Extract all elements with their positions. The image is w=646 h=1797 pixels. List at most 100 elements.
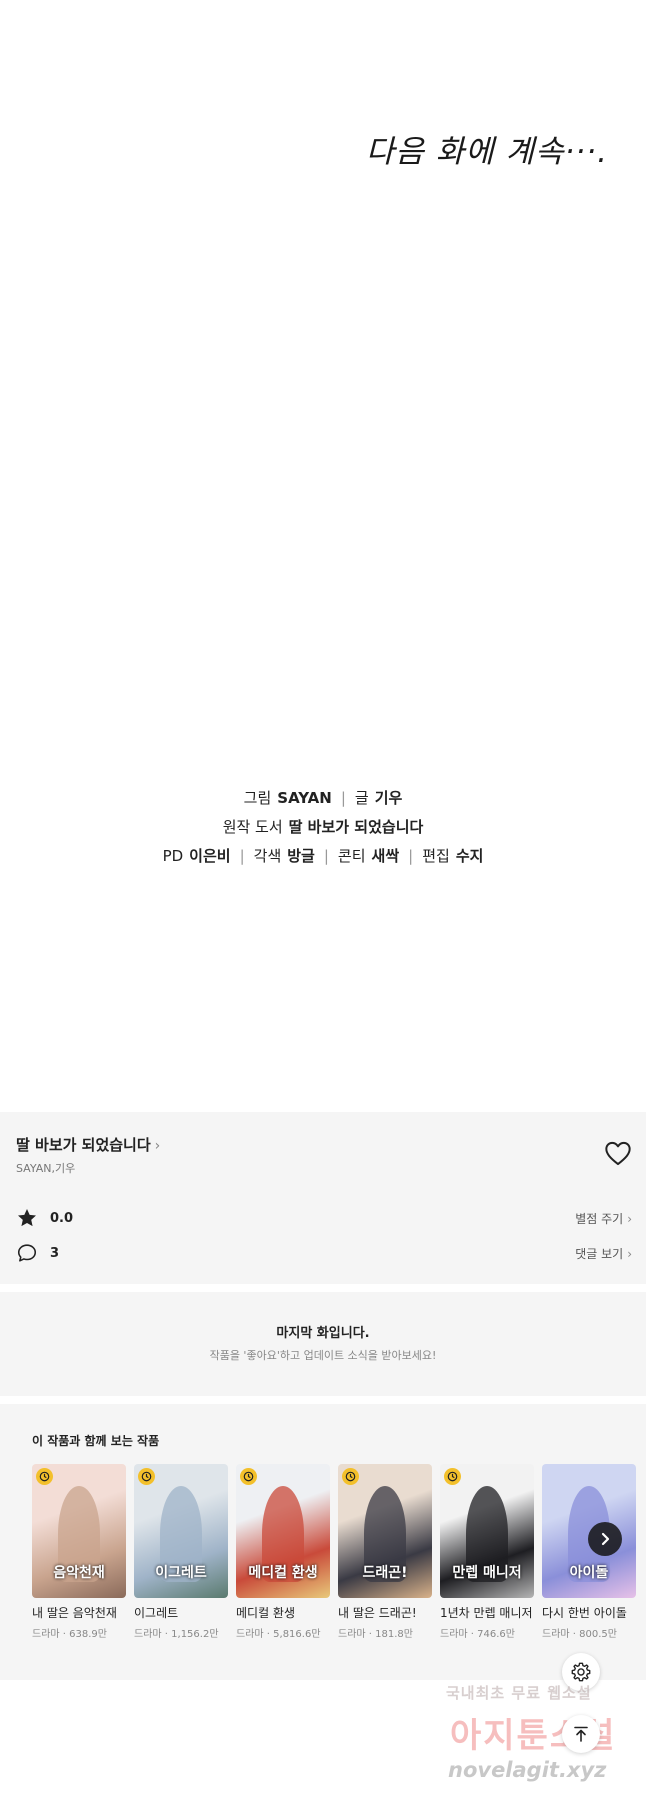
- divider: |: [323, 847, 329, 865]
- cover-logo: 만렙 매니저: [452, 1565, 522, 1581]
- clock-badge-icon: [138, 1468, 155, 1485]
- comment-count: 3: [50, 1245, 60, 1261]
- watermark-line-3: novelagit.xyz: [448, 1758, 607, 1782]
- card-title: 이그레트: [134, 1606, 179, 1620]
- recommendation-card[interactable]: 음악천재 내 딸은 음악천재 드라마 · 638.9만: [32, 1464, 126, 1640]
- recommendation-card[interactable]: 만렙 매니저 1년차 만렙 매니저 드라마 · 746.6만: [440, 1464, 534, 1640]
- recommendations-list: 음악천재 내 딸은 음악천재 드라마 · 638.9만 이그레트 이그레트 드라…: [32, 1464, 636, 1640]
- card-title: 메디컬 환생: [236, 1606, 296, 1620]
- original-value: 딸 바보가 되었습니다: [288, 818, 424, 836]
- card-meta: 드라마 · 1,156.2만: [134, 1629, 219, 1640]
- carousel-next-button[interactable]: [588, 1522, 622, 1556]
- editor-value: 수지: [455, 847, 484, 865]
- last-episode-title: 마지막 화입니다.: [276, 1326, 370, 1341]
- credits: 그림 SAYAN | 글 기우 원작 도서 딸 바보가 되었습니다 PD 이은비 | 각색 방글 |…: [0, 784, 646, 871]
- clock-badge-icon: [444, 1468, 461, 1485]
- heart-outline-icon: [605, 1141, 631, 1166]
- rating-row: 0.0 별점 주기 ›: [16, 1206, 632, 1230]
- card-genre: 드라마: [542, 1629, 570, 1640]
- pd-value: 이은비: [189, 847, 231, 865]
- cover-logo: 메디컬 환생: [248, 1565, 318, 1581]
- chevron-right-icon: ›: [627, 1211, 632, 1226]
- story-label: 글: [354, 789, 369, 807]
- comment-bubble-icon: [17, 1244, 37, 1262]
- cover-thumbnail: 이그레트: [134, 1464, 228, 1598]
- credits-row-2: 원작 도서 딸 바보가 되었습니다: [0, 813, 646, 842]
- recommendation-card[interactable]: 이그레트 이그레트 드라마 · 1,156.2만: [134, 1464, 228, 1640]
- card-title: 다시 한번 아이돌: [542, 1606, 627, 1620]
- comments-label: 댓글 보기: [575, 1246, 624, 1261]
- series-authors: SAYAN,기우: [16, 1162, 76, 1175]
- card-meta: 드라마 · 5,816.6만: [236, 1629, 321, 1640]
- rate-button[interactable]: 별점 주기 ›: [575, 1210, 632, 1227]
- card-genre: 드라마: [32, 1629, 60, 1640]
- arrow-up-icon: [574, 1726, 588, 1742]
- continue-text: 다음 화에 계속···.: [365, 134, 608, 170]
- series-title: 딸 바보가 되었습니다: [16, 1136, 151, 1154]
- cover-logo: 음악천재: [53, 1565, 105, 1581]
- card-meta: 드라마 · 181.8만: [338, 1629, 413, 1640]
- pd-label: PD: [162, 847, 184, 865]
- scroll-to-top-button[interactable]: [562, 1715, 600, 1753]
- editor-label: 편집: [422, 847, 450, 865]
- rate-label: 별점 주기: [575, 1211, 624, 1226]
- chevron-right-icon: ›: [627, 1246, 632, 1261]
- card-meta: 드라마 · 800.5만: [542, 1629, 617, 1640]
- watermark: 국내최초 무료 웹소설 아지툰소설 novelagit.xyz: [440, 1678, 646, 1797]
- cover-thumbnail: 음악천재: [32, 1464, 126, 1598]
- cover-thumbnail: 드래곤!: [338, 1464, 432, 1598]
- series-title-link[interactable]: 딸 바보가 되었습니다 ›: [16, 1134, 160, 1155]
- card-views: 638.9만: [69, 1629, 107, 1640]
- adapt-label: 각색: [253, 847, 282, 865]
- card-title: 1년차 만렙 매니저: [440, 1606, 533, 1620]
- card-views: 1,156.2만: [171, 1629, 219, 1640]
- card-title: 내 딸은 드래곤!: [338, 1606, 417, 1620]
- card-views: 746.6만: [477, 1629, 515, 1640]
- card-genre: 드라마: [236, 1629, 264, 1640]
- card-genre: 드라마: [134, 1629, 162, 1640]
- recommendation-card[interactable]: 드래곤! 내 딸은 드래곤! 드라마 · 181.8만: [338, 1464, 432, 1640]
- clock-badge-icon: [240, 1468, 257, 1485]
- card-views: 800.5만: [579, 1629, 617, 1640]
- card-genre: 드라마: [440, 1629, 468, 1640]
- original-label: 원작 도서: [222, 818, 283, 836]
- card-views: 5,816.6만: [273, 1629, 321, 1640]
- cover-thumbnail: 메디컬 환생: [236, 1464, 330, 1598]
- cover-logo: 드래곤!: [362, 1565, 408, 1581]
- recommendations-heading: 이 작품과 함께 보는 작품: [32, 1434, 160, 1448]
- divider: |: [239, 847, 245, 865]
- chevron-right-icon: ›: [154, 1138, 161, 1154]
- recommendation-card[interactable]: 메디컬 환생 메디컬 환생 드라마 · 5,816.6만: [236, 1464, 330, 1640]
- star-icon: [18, 1209, 36, 1227]
- cover-logo: 이그레트: [155, 1565, 207, 1581]
- like-button[interactable]: [604, 1140, 632, 1166]
- adapt-value: 방글: [287, 847, 315, 865]
- last-episode-subtitle: 작품을 '좋아요'하고 업데이트 소식을 받아보세요!: [209, 1349, 437, 1362]
- storyboard-value: 새싹: [371, 847, 400, 865]
- recommendation-card[interactable]: 아이돌 다시 한번 아이돌 드라마 · 800.5만: [542, 1464, 636, 1640]
- cover-logo: 아이돌: [569, 1565, 609, 1581]
- credits-row-1: 그림 SAYAN | 글 기우: [0, 784, 646, 813]
- card-genre: 드라마: [338, 1629, 366, 1640]
- divider: |: [408, 847, 414, 865]
- card-meta: 드라마 · 746.6만: [440, 1629, 515, 1640]
- view-comments-button[interactable]: 댓글 보기 ›: [575, 1245, 632, 1262]
- art-label: 그림: [243, 789, 272, 807]
- credits-row-3: PD 이은비 | 각색 방글 | 콘티 새싹 | 편집 수지: [0, 842, 646, 871]
- recommendations-panel: 이 작품과 함께 보는 작품 음악천재 내 딸은 음악천재 드라마 · 638.…: [0, 1404, 646, 1680]
- comment-row: 3 댓글 보기 ›: [16, 1241, 632, 1265]
- storyboard-label: 콘티: [337, 847, 366, 865]
- clock-badge-icon: [342, 1468, 359, 1485]
- cover-thumbnail: 만렙 매니저: [440, 1464, 534, 1598]
- card-views: 181.8만: [375, 1629, 413, 1640]
- divider: |: [340, 789, 346, 807]
- series-info-panel: 딸 바보가 되었습니다 › SAYAN,기우 0.0 별점 주기 › 3 댓글 보기…: [0, 1112, 646, 1284]
- card-title: 내 딸은 음악천재: [32, 1606, 117, 1620]
- story-value: 기우: [374, 789, 403, 807]
- last-episode-panel: 마지막 화입니다. 작품을 '좋아요'하고 업데이트 소식을 받아보세요!: [0, 1292, 646, 1396]
- art-value: SAYAN: [277, 789, 332, 807]
- card-meta: 드라마 · 638.9만: [32, 1629, 107, 1640]
- rating-value: 0.0: [50, 1210, 74, 1226]
- chevron-right-icon: [601, 1532, 610, 1546]
- watermark-line-1: 국내최초 무료 웹소설: [446, 1684, 592, 1702]
